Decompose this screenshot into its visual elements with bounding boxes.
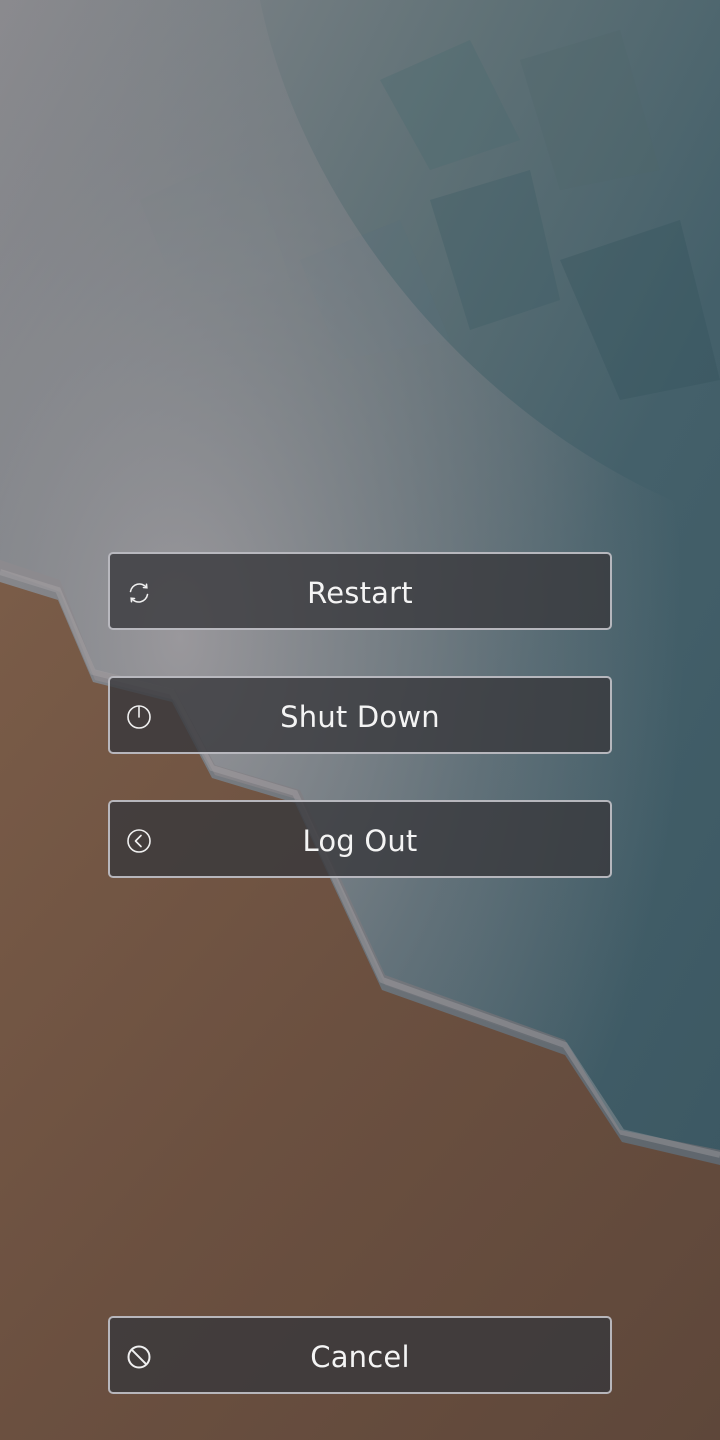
- restart-button[interactable]: Restart: [108, 552, 612, 630]
- cancel-button[interactable]: Cancel: [108, 1316, 612, 1394]
- cancel-label: Cancel: [310, 1340, 410, 1374]
- log-out-button[interactable]: Log Out: [108, 800, 612, 878]
- log-out-label: Log Out: [302, 824, 418, 858]
- shut-down-button[interactable]: Shut Down: [108, 676, 612, 754]
- shut-down-label: Shut Down: [280, 700, 440, 734]
- restart-label: Restart: [307, 576, 413, 610]
